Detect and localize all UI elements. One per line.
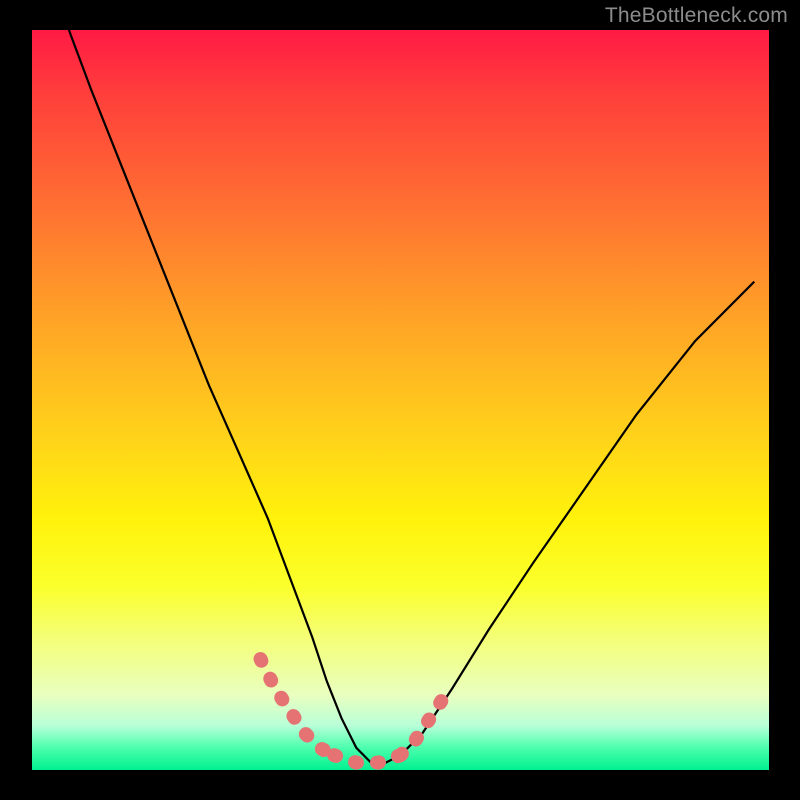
watermark-text: TheBottleneck.com xyxy=(605,4,788,28)
highlight-segment xyxy=(401,696,445,755)
highlight-markers xyxy=(261,659,445,763)
bottleneck-curve xyxy=(32,30,769,770)
chart-frame: TheBottleneck.com xyxy=(0,0,800,800)
curve-path xyxy=(69,30,754,763)
plot-area xyxy=(32,30,769,770)
